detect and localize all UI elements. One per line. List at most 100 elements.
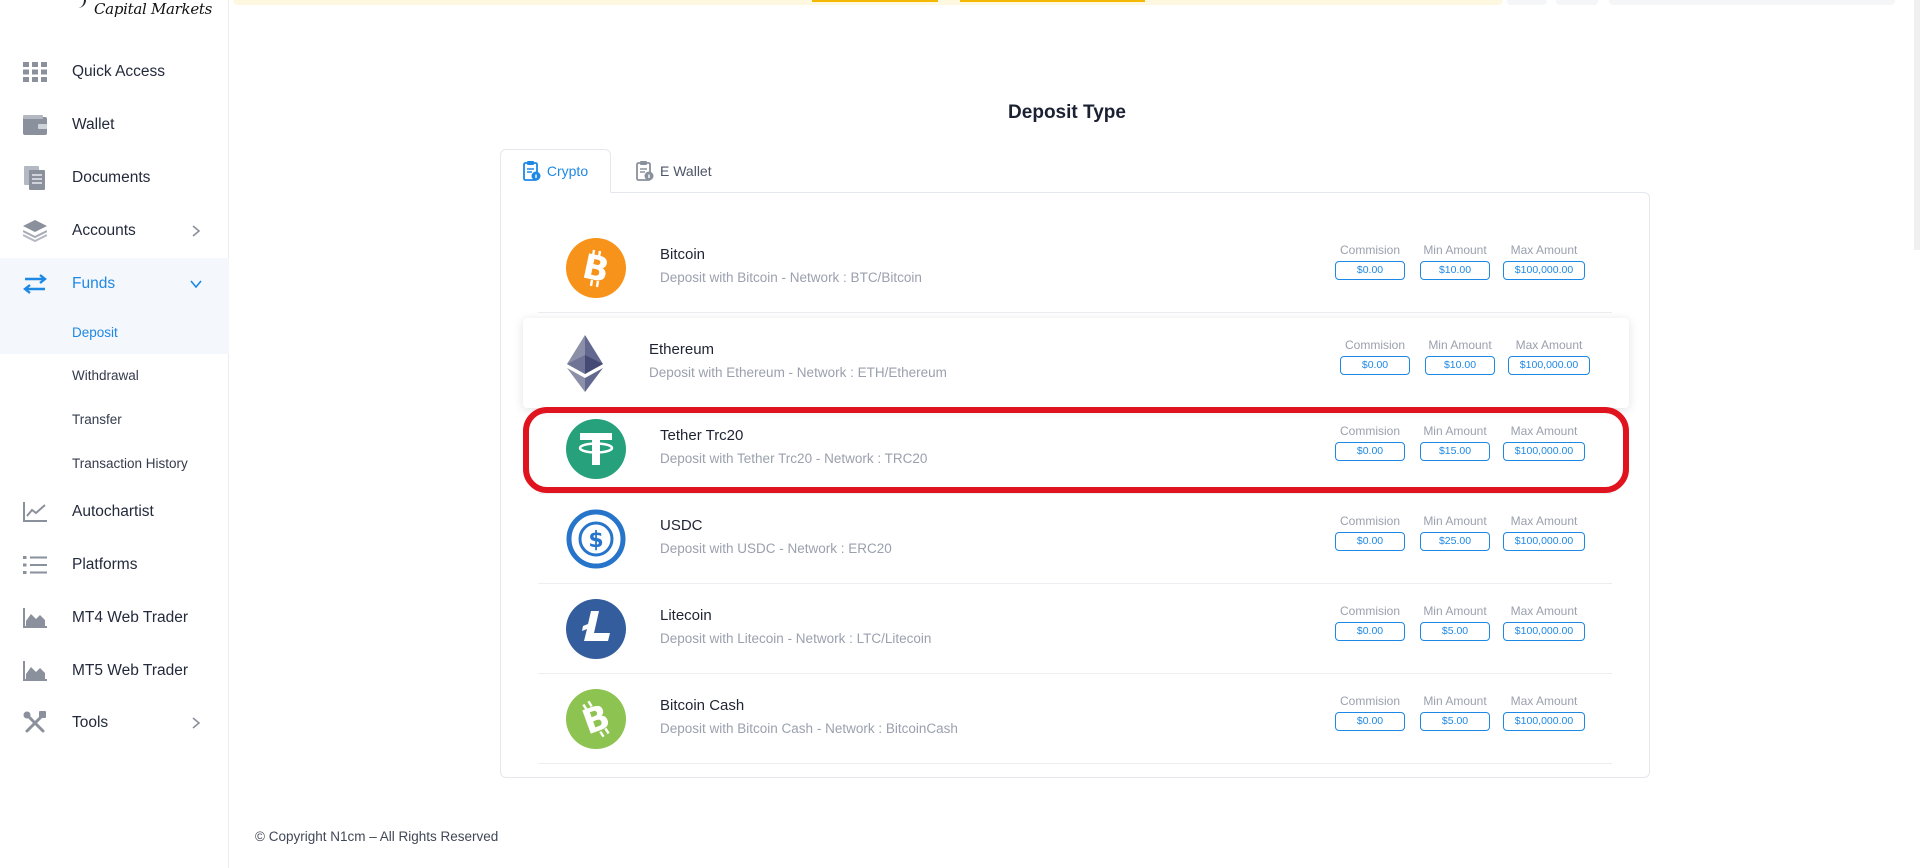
commission-label: Commision — [1339, 694, 1400, 708]
min-amount-value: $5.00 — [1420, 712, 1490, 731]
tab-label: E Wallet — [660, 163, 712, 179]
chevron-right-icon — [192, 717, 201, 729]
sidebar-item-documents[interactable]: Documents — [0, 152, 229, 204]
deposit-method-bitcoin-cash[interactable]: B Bitcoin Cash Deposit with Bitcoin Cash… — [538, 674, 1612, 764]
deposit-method-tether-trc20[interactable]: Tether Trc20 Deposit with Tether Trc20 -… — [538, 404, 1612, 494]
sidebar-item-platforms[interactable]: Platforms — [0, 539, 229, 591]
bitcoin-cash-icon: B — [566, 689, 626, 749]
submenu-item-deposit[interactable]: Deposit — [72, 325, 118, 340]
max-amount-label: Max Amount — [1510, 604, 1578, 618]
sidebar-item-label: Funds — [72, 275, 116, 292]
sidebar: Capital Markets Quick Access Wallet Docu… — [0, 0, 229, 868]
method-name: USDC — [660, 517, 703, 534]
method-description: Deposit with Litecoin - Network : LTC/Li… — [660, 631, 932, 646]
sidebar-item-label: Platforms — [72, 556, 138, 573]
commission-label: Commision — [1344, 338, 1405, 352]
deposit-method-usdc[interactable]: $ USDC Deposit with USDC - Network : ERC… — [538, 494, 1612, 584]
tools-icon — [22, 710, 48, 736]
method-name: Bitcoin — [660, 246, 706, 263]
chevron-down-icon — [190, 280, 202, 289]
max-amount-value: $100,000.00 — [1503, 532, 1585, 551]
min-amount-label: Min Amount — [1428, 338, 1492, 352]
sidebar-item-accounts[interactable]: Accounts — [0, 205, 229, 257]
grid-icon — [22, 59, 48, 85]
deposit-method-litecoin[interactable]: Litecoin Deposit with Litecoin - Network… — [538, 584, 1612, 674]
usdc-icon: $ — [566, 509, 626, 569]
max-amount-label: Max Amount — [1510, 694, 1578, 708]
max-amount-value: $100,000.00 — [1503, 442, 1585, 461]
commission-value: $0.00 — [1335, 712, 1405, 731]
min-amount-value: $10.00 — [1420, 261, 1490, 280]
tab-e-wallet[interactable]: E Wallet — [626, 149, 726, 193]
min-amount-value: $10.00 — [1425, 356, 1495, 375]
commission-label: Commision — [1339, 604, 1400, 618]
top-bar-segment — [960, 0, 1145, 2]
tab-crypto[interactable]: Crypto — [500, 149, 611, 193]
sidebar-item-autochartist[interactable]: Autochartist — [0, 486, 229, 538]
submenu-item-transaction-history[interactable]: Transaction History — [72, 456, 188, 471]
footer-copyright: © Copyright N1cm – All Rights Reserved — [255, 829, 499, 844]
sidebar-item-label: MT5 Web Trader — [72, 662, 189, 679]
sidebar-item-funds[interactable]: Funds — [0, 258, 229, 310]
commission-label: Commision — [1339, 424, 1400, 438]
clipboard-icon — [636, 161, 654, 181]
sidebar-item-label: Wallet — [72, 116, 115, 133]
min-amount-value: $25.00 — [1420, 532, 1490, 551]
page-title: Deposit Type — [1008, 102, 1126, 123]
commission-value: $0.00 — [1335, 261, 1405, 280]
submenu-item-transfer[interactable]: Transfer — [72, 412, 122, 427]
tab-label: Crypto — [546, 163, 589, 179]
submenu-item-withdrawal[interactable]: Withdrawal — [72, 368, 139, 383]
deposit-method-ethereum[interactable]: Ethereum Deposit with Ethereum - Network… — [523, 318, 1629, 408]
commission-value: $0.00 — [1335, 442, 1405, 461]
sidebar-item-label: Documents — [72, 169, 151, 186]
max-amount-value: $100,000.00 — [1503, 712, 1585, 731]
method-name: Ethereum — [649, 341, 715, 358]
deposit-method-bitcoin[interactable]: B Bitcoin Deposit with Bitcoin - Network… — [538, 223, 1612, 313]
sidebar-item-label: Autochartist — [72, 503, 154, 520]
documents-icon — [22, 165, 48, 191]
method-description: Deposit with Bitcoin - Network : BTC/Bit… — [660, 270, 922, 285]
min-amount-label: Min Amount — [1423, 424, 1487, 438]
chevron-right-icon — [192, 225, 201, 237]
sidebar-item-label: Accounts — [72, 222, 136, 239]
commission-label: Commision — [1339, 514, 1400, 528]
layers-icon — [22, 218, 48, 244]
list-icon — [22, 552, 48, 578]
clipboard-icon — [522, 161, 541, 181]
tether-icon — [566, 419, 626, 479]
max-amount-label: Max Amount — [1510, 243, 1578, 257]
min-amount-label: Min Amount — [1423, 514, 1487, 528]
max-amount-label: Max Amount — [1510, 514, 1578, 528]
method-name: Bitcoin Cash — [660, 697, 745, 714]
bitcoin-icon: B — [566, 238, 626, 298]
max-amount-value: $100,000.00 — [1508, 356, 1590, 375]
top-bar-button[interactable] — [1556, 0, 1598, 5]
method-name: Litecoin — [660, 607, 712, 624]
sidebar-item-mt4-web-trader[interactable]: MT4 Web Trader — [0, 592, 229, 644]
sidebar-item-quick-access[interactable]: Quick Access — [0, 46, 229, 98]
sidebar-item-label: Tools — [72, 714, 109, 731]
commission-label: Commision — [1339, 243, 1400, 257]
min-amount-value: $15.00 — [1420, 442, 1490, 461]
max-amount-label: Max Amount — [1515, 338, 1583, 352]
brand-logo-text[interactable]: Capital Markets — [94, 0, 212, 18]
method-description: Deposit with Bitcoin Cash - Network : Bi… — [660, 721, 958, 736]
sidebar-item-wallet[interactable]: Wallet — [0, 99, 229, 151]
method-description: Deposit with Tether Trc20 - Network : TR… — [660, 451, 928, 466]
logo-mark — [74, 0, 86, 8]
area-chart-icon — [22, 605, 48, 631]
area-chart-icon — [22, 658, 48, 684]
sidebar-item-tools[interactable]: Tools — [0, 697, 229, 749]
page-scrollbar[interactable] — [1914, 0, 1920, 250]
ethereum-icon — [567, 335, 603, 392]
top-bar-button[interactable] — [1507, 0, 1547, 5]
top-notification-bar[interactable] — [233, 0, 1503, 5]
transfer-arrows-icon — [22, 271, 48, 297]
top-bar-profile[interactable] — [1609, 0, 1895, 5]
min-amount-label: Min Amount — [1423, 694, 1487, 708]
method-description: Deposit with USDC - Network : ERC20 — [660, 541, 892, 556]
sidebar-item-mt5-web-trader[interactable]: MT5 Web Trader — [0, 645, 229, 697]
commission-value: $0.00 — [1335, 622, 1405, 641]
max-amount-label: Max Amount — [1510, 424, 1578, 438]
